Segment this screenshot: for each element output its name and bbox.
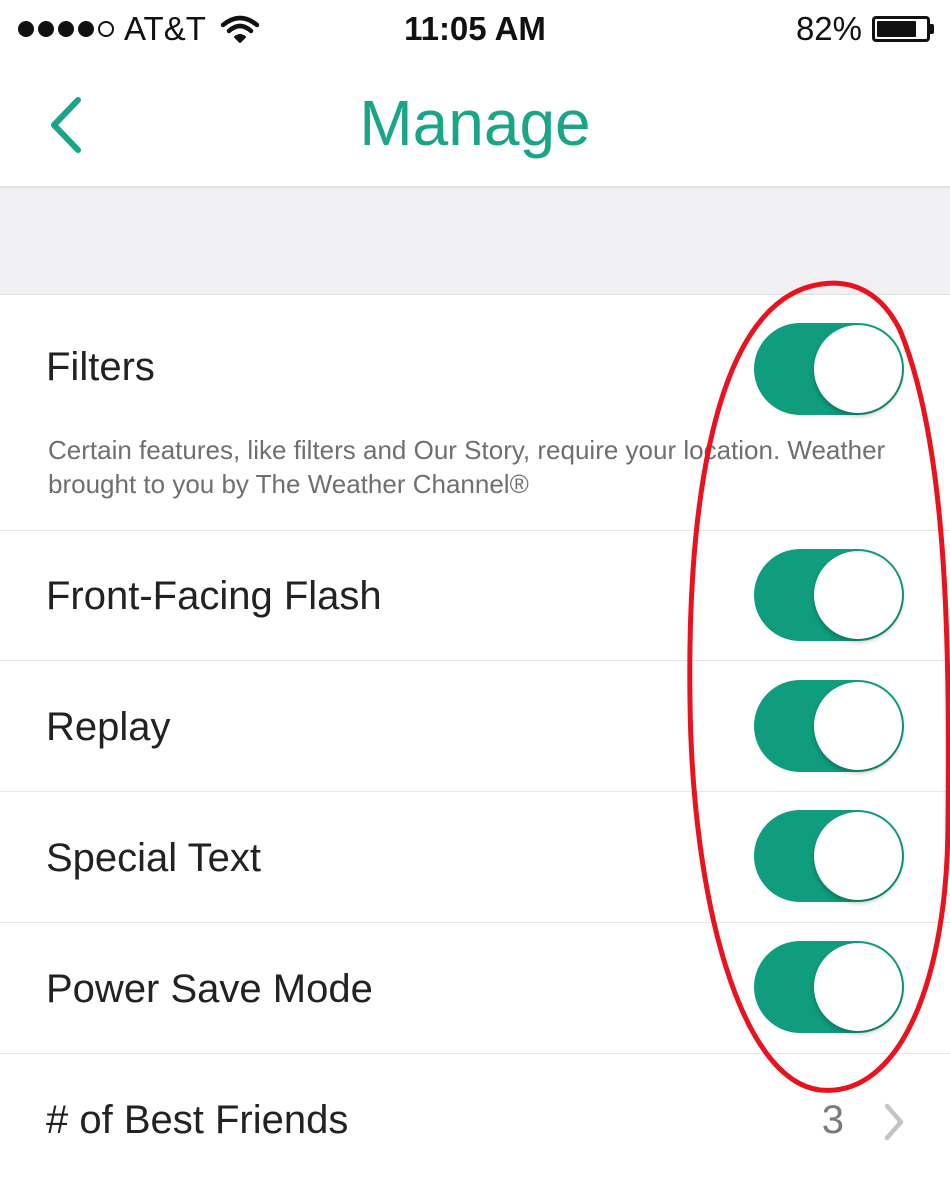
toggle-knob [814, 943, 902, 1031]
section-spacer [0, 188, 950, 295]
settings-row-power-save-mode: Power Save Mode [0, 923, 950, 1054]
toggle-knob [814, 812, 902, 900]
settings-row-replay: Replay [0, 661, 950, 792]
settings-row-special-text: Special Text [0, 792, 950, 923]
front-facing-flash-label: Front-Facing Flash [46, 574, 382, 618]
battery-percent: 82% [795, 10, 862, 47]
special-text-label: Special Text [46, 836, 261, 880]
power-save-mode-toggle[interactable] [754, 941, 904, 1033]
filters-label: Filters [46, 345, 155, 389]
best-friends-label: # of Best Friends [46, 1098, 349, 1142]
navigation-bar: Manage [0, 62, 950, 188]
settings-row-front-facing-flash: Front-Facing Flash [0, 531, 950, 661]
best-friends-count: 3 [821, 1098, 844, 1142]
filters-location-note: Certain features, like filters and Our S… [48, 435, 886, 499]
battery-nub [930, 24, 934, 34]
status-right: 82% [796, 10, 938, 48]
front-facing-flash-toggle[interactable] [754, 549, 904, 641]
filters-toggle[interactable] [754, 323, 904, 415]
replay-label: Replay [46, 705, 171, 749]
settings-row-best-friends[interactable]: # of Best Friends 3 [0, 1054, 950, 1183]
page-title: Manage [359, 87, 591, 159]
battery-level-fill [877, 21, 917, 37]
toggle-knob [814, 551, 902, 639]
battery-body [872, 16, 930, 42]
settings-row-filters: Filters Certain features, like filters a… [0, 295, 950, 531]
chevron-right-icon [884, 1103, 904, 1141]
special-text-toggle[interactable] [754, 810, 904, 902]
toggle-knob [814, 682, 902, 770]
toggle-knob [814, 325, 902, 413]
replay-toggle[interactable] [754, 680, 904, 772]
power-save-mode-label: Power Save Mode [46, 967, 373, 1011]
battery-icon [872, 15, 938, 43]
status-bar: AT&T 11:05 AM 82% [0, 0, 950, 62]
